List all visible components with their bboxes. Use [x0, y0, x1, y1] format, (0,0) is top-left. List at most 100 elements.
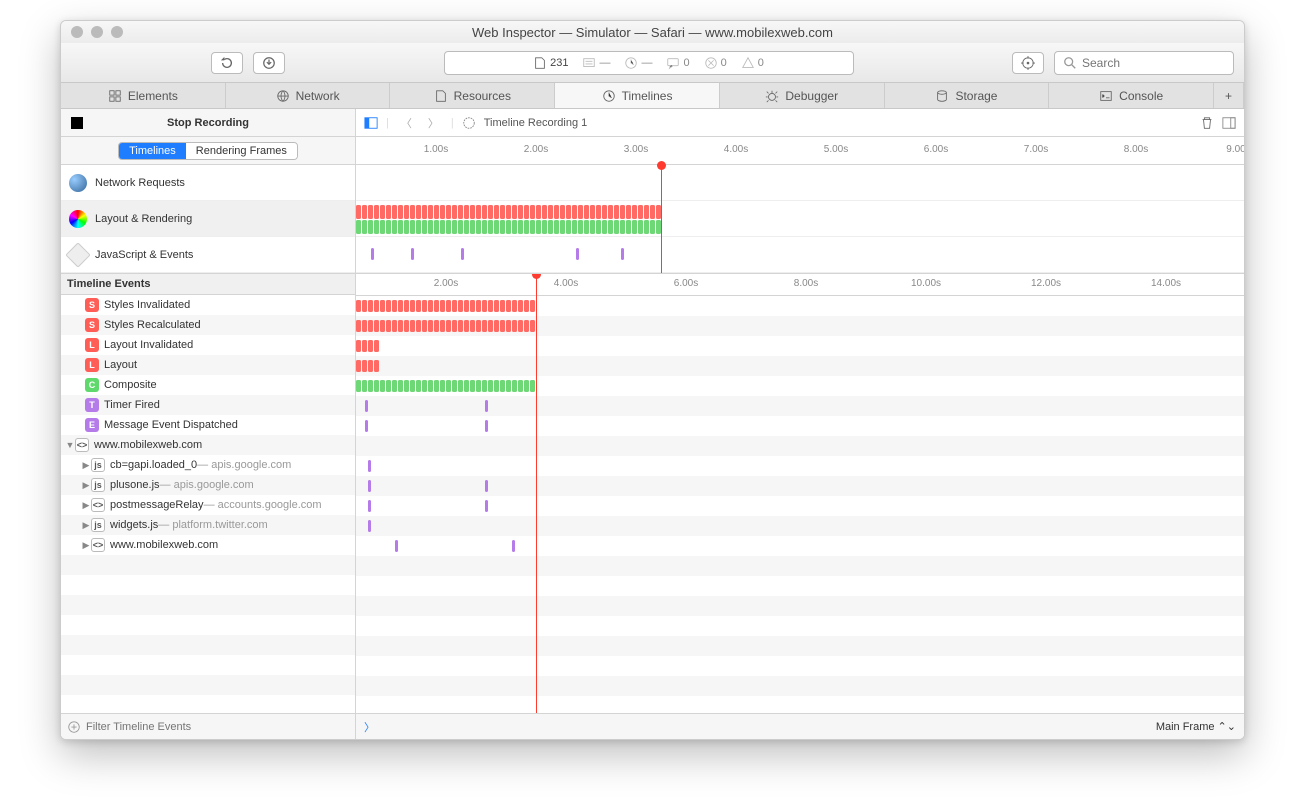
- tab-debugger[interactable]: Debugger: [720, 83, 885, 108]
- message-count: 0: [666, 56, 689, 70]
- event-row[interactable]: LLayout: [61, 355, 355, 375]
- frame-selector[interactable]: Main Frame ⌃⌄: [1156, 720, 1236, 733]
- type-badge: <>: [91, 498, 105, 512]
- disclosure-icon[interactable]: ▶: [81, 500, 91, 511]
- overview-label: JavaScript & Events: [95, 249, 193, 261]
- event-data-row: [356, 436, 1244, 456]
- stop-recording-button[interactable]: Stop Recording: [61, 109, 355, 137]
- overview-layout[interactable]: Layout & Rendering: [61, 201, 355, 237]
- recording-title[interactable]: Timeline Recording 1: [484, 117, 588, 129]
- scrubber[interactable]: [536, 274, 537, 713]
- event-row[interactable]: ▼<>www.mobilexweb.com: [61, 435, 355, 455]
- lane-network: [356, 165, 1244, 201]
- log-icon: —: [582, 56, 610, 70]
- address-bar[interactable]: 231 — — 0 0 0: [444, 51, 854, 75]
- event-row[interactable]: SStyles Recalculated: [61, 315, 355, 335]
- event-label: postmessageRelay: [110, 499, 204, 511]
- filter-bar: [61, 713, 355, 739]
- event-data-row: [356, 356, 1244, 376]
- type-badge: <>: [91, 538, 105, 552]
- resource-count: 231: [550, 57, 568, 69]
- overview-ruler[interactable]: 1.00s2.00s3.00s4.00s5.00s6.00s7.00s8.00s…: [356, 137, 1244, 165]
- event-row[interactable]: SStyles Invalidated: [61, 295, 355, 315]
- close-icon[interactable]: [71, 26, 83, 38]
- tab-add[interactable]: +: [1214, 83, 1244, 108]
- tab-elements[interactable]: Elements: [61, 83, 226, 108]
- search-input[interactable]: [1082, 56, 1222, 70]
- view-segments: Timelines Rendering Frames: [61, 137, 355, 165]
- event-data-row: [356, 376, 1244, 396]
- overview-js[interactable]: JavaScript & Events: [61, 237, 355, 273]
- nav-back[interactable]: 〈: [397, 115, 416, 131]
- events-ruler[interactable]: 2.00s4.00s6.00s8.00s10.00s12.00s14.00s: [356, 274, 1244, 296]
- minimize-icon[interactable]: [91, 26, 103, 38]
- tab-timelines[interactable]: Timelines: [555, 83, 720, 108]
- event-row[interactable]: ▶jswidgets.js — platform.twitter.com: [61, 515, 355, 535]
- event-row[interactable]: ▶jscb=gapi.loaded_0 — apis.google.com: [61, 455, 355, 475]
- tab-console[interactable]: Console: [1049, 83, 1214, 108]
- event-source: — apis.google.com: [197, 459, 291, 471]
- traffic-lights: [71, 26, 123, 38]
- event-data-row: [356, 676, 1244, 696]
- disclosure-icon[interactable]: ▼: [65, 440, 75, 450]
- event-row[interactable]: TTimer Fired: [61, 395, 355, 415]
- event-label: Composite: [104, 379, 157, 391]
- event-row[interactable]: ▶<> www.mobilexweb.com: [61, 535, 355, 555]
- event-label: Styles Recalculated: [104, 319, 201, 331]
- search-icon: [1063, 56, 1077, 70]
- overview-network[interactable]: Network Requests: [61, 165, 355, 201]
- disclosure-icon[interactable]: ▶: [81, 520, 91, 531]
- filter-input[interactable]: [86, 721, 349, 733]
- event-data-row: [356, 336, 1244, 356]
- event-label: cb=gapi.loaded_0: [110, 459, 197, 471]
- playhead[interactable]: [661, 165, 662, 273]
- details-toggle-icon[interactable]: [1222, 116, 1236, 130]
- type-badge: C: [85, 378, 99, 392]
- event-data-row: [356, 296, 1244, 316]
- event-label: www.mobilexweb.com: [110, 539, 218, 551]
- bottom-bar: 〉 Main Frame ⌃⌄: [356, 713, 1244, 739]
- recording-icon: [462, 116, 476, 130]
- event-data-row: [356, 656, 1244, 676]
- trash-icon[interactable]: [1200, 116, 1214, 130]
- disclosure-icon[interactable]: ▶: [81, 480, 91, 491]
- event-label: Styles Invalidated: [104, 299, 190, 311]
- script-icon: [65, 242, 90, 267]
- event-label: www.mobilexweb.com: [94, 439, 202, 451]
- event-row[interactable]: LLayout Invalidated: [61, 335, 355, 355]
- event-row[interactable]: ▶jsplusone.js — apis.google.com: [61, 475, 355, 495]
- tab-network[interactable]: Network: [226, 83, 391, 108]
- inspector-window: Web Inspector — Simulator — Safari — www…: [60, 20, 1245, 740]
- tab-resources[interactable]: Resources: [390, 83, 555, 108]
- event-row[interactable]: ▶<> postmessageRelay — accounts.google.co…: [61, 495, 355, 515]
- event-data-row: [356, 456, 1244, 476]
- download-button[interactable]: [253, 52, 285, 74]
- event-row[interactable]: EMessage Event Dispatched: [61, 415, 355, 435]
- overview-lanes[interactable]: [356, 165, 1244, 274]
- disclosure-icon[interactable]: ▶: [81, 540, 91, 551]
- event-source: — accounts.google.com: [204, 499, 322, 511]
- event-source: — apis.google.com: [160, 479, 254, 491]
- event-label: plusone.js: [110, 479, 160, 491]
- reload-button[interactable]: [211, 52, 243, 74]
- disclosure-icon[interactable]: ▶: [81, 460, 91, 471]
- segment-frames[interactable]: Rendering Frames: [186, 143, 297, 159]
- tab-storage[interactable]: Storage: [885, 83, 1050, 108]
- events-rows[interactable]: [356, 296, 1244, 713]
- nav-forward[interactable]: 〉: [424, 115, 443, 131]
- event-data-row: [356, 536, 1244, 556]
- search-field[interactable]: [1054, 51, 1234, 75]
- sidebar-toggle-icon[interactable]: [364, 116, 378, 130]
- event-label: Message Event Dispatched: [104, 419, 238, 431]
- segment-timelines[interactable]: Timelines: [119, 143, 186, 159]
- lane-layout: [356, 201, 1244, 237]
- overview-label: Network Requests: [95, 177, 185, 189]
- filter-icon: [67, 720, 81, 734]
- timeline-content: | 〈 〉 | Timeline Recording 1 1.00s2.00s3…: [356, 109, 1244, 739]
- toolbar: 231 — — 0 0 0: [61, 43, 1244, 83]
- zoom-icon[interactable]: [111, 26, 123, 38]
- event-row[interactable]: C Composite: [61, 375, 355, 395]
- expand-icon[interactable]: 〉: [364, 719, 375, 735]
- inspect-button[interactable]: [1012, 52, 1044, 74]
- globe-icon: [69, 174, 87, 192]
